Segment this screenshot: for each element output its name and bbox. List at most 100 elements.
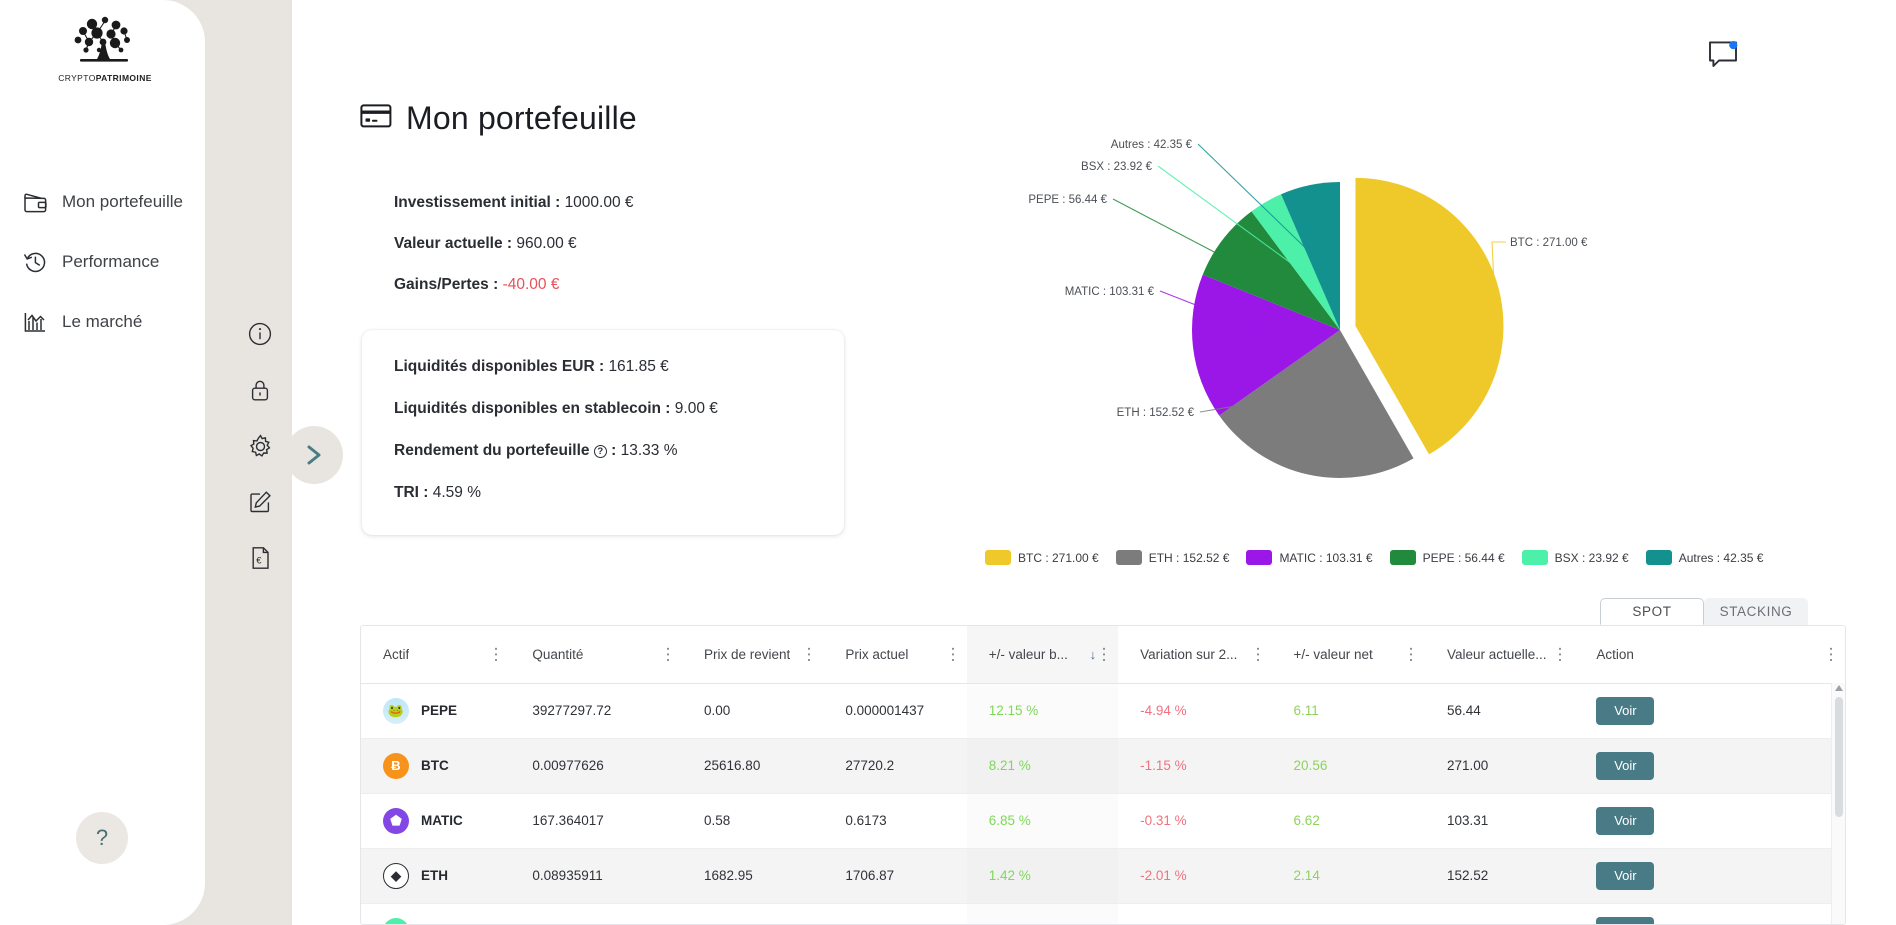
table-row[interactable]: ⬟ MATIC 167.364017 0.58 0.6173 6.85 % -0.31 … [361,793,1845,849]
sidebar-collapse-toggle[interactable] [285,426,343,484]
liquidity-card: Liquidités disponibles EUR : 161.85 € Li… [362,330,844,535]
gear-icon[interactable] [246,432,274,460]
edit-icon[interactable] [246,488,274,516]
column-menu-icon[interactable] [666,645,671,663]
table-row[interactable]: Ƀ BTC 0.00977626 25616.80 27720.2 8.21 % -1.… [361,738,1845,794]
sidebar-item-mon-portefeuille[interactable]: Mon portefeuille [22,180,202,224]
table-header-label: Quantité [532,646,584,662]
column-menu-icon[interactable] [1558,645,1563,663]
table-cell: 0.00977626 [510,738,683,794]
table-cell: 0.58 [682,793,824,849]
portfolio-summary: Investissement initial : 1000.00 € Valeu… [394,194,634,317]
liquidity-label: Liquidités disponibles EUR : [394,358,605,375]
table-header-valeur-b[interactable]: +/- valeur b... ↓ [966,626,1119,684]
legend-label: MATIC : 103.31 € [1279,550,1373,565]
table-header-label: +/- valeur net [1293,646,1373,662]
asset-cell: ● BSX [383,917,510,924]
voir-button[interactable]: Voir [1596,751,1655,780]
chat-bubble-icon[interactable] [1705,36,1743,74]
cell-prix-revient: 25616.80 [704,758,761,773]
tab-stacking[interactable]: STACKING [1704,598,1808,625]
column-menu-icon[interactable] [1102,645,1107,663]
lock-icon[interactable] [246,376,274,404]
pie-label-eth: ETH : 152.52 € [1117,407,1195,419]
coin-logo-btc: Ƀ [383,752,409,779]
scrollbar-thumb[interactable] [1835,697,1843,817]
help-tooltip-icon[interactable]: ? [593,445,607,458]
legend-item-pepe[interactable]: PEPE : 56.44 € [1389,550,1505,565]
legend-swatch [1389,550,1416,565]
help-button[interactable]: ? [76,812,128,864]
table-cell: 152.52 [1424,848,1575,904]
table-view-tabs: SPOT STACKING [1600,598,1808,625]
pie-label-btc: BTC : 271.00 € [1510,237,1588,249]
liquidity-value: 13.33 % [620,442,678,459]
column-menu-icon[interactable] [807,645,812,663]
table-row[interactable]: 🐸 PEPE 39277297.72 0.00 0.000001437 12.15 %… [361,683,1845,739]
table-header-valeur-actuelle[interactable]: Valeur actuelle... [1424,626,1575,684]
table-cell: -2.27 [1271,903,1425,924]
sidebar-item-performance[interactable]: Performance [22,240,202,284]
pie-label-autres: Autres : 42.35 € [1111,139,1193,151]
sidebar-item-le-marche[interactable]: Le marché [22,300,202,344]
cell-quantite: 167.364017 [532,813,604,828]
legend-item-bsx[interactable]: BSX : 23.92 € [1521,550,1629,565]
table-cell: 0.0001241 [823,903,967,924]
table-cell: ⬟ MATIC [361,793,511,849]
table-header-label: Valeur actuelle... [1446,646,1547,662]
voir-button[interactable]: Voir [1596,861,1655,890]
voir-button[interactable]: Voir [1596,696,1655,725]
cell-variation: -2.01 % [1140,868,1187,883]
legend-item-autres[interactable]: Autres : 42.35 € [1645,550,1763,565]
table-header-label: +/- valeur b... [988,646,1068,662]
column-menu-icon[interactable] [1408,645,1413,663]
brand-logo[interactable]: CRYPTOPATRIMOINE [55,14,155,90]
asset-cell: Ƀ BTC [383,752,510,779]
cell-variation: -1.15 % [1140,758,1187,773]
table-header-actif[interactable]: Actif [361,626,511,684]
cell-quantite: 0.00977626 [532,758,604,773]
table-cell: 8.21 % [966,738,1119,794]
table-header-prix-de-revient[interactable]: Prix de revient [682,626,824,684]
legend-item-eth[interactable]: ETH : 152.52 € [1115,550,1229,565]
column-menu-icon[interactable] [494,645,499,663]
table-header-variation-sur-2[interactable]: Variation sur 2... [1118,626,1272,684]
sidebar-item-label: Mon portefeuille [62,192,183,211]
cell-prix-revient: 1682.95 [704,868,753,883]
liquidity-line: Liquidités disponibles en stablecoin : 9… [394,400,844,418]
pie-leader-line [1491,241,1506,289]
document-euro-icon[interactable]: € [246,544,274,572]
table-cell: -0.31 % [1118,793,1272,849]
info-icon[interactable] [246,320,274,348]
column-menu-icon[interactable] [1829,645,1833,663]
cell-prix-actuel: 0.6173 [845,813,887,828]
table-header-quantit[interactable]: Quantité [510,626,683,684]
table-header-prix-actuel[interactable]: Prix actuel [823,626,967,684]
coin-logo-matic: ⬟ [383,807,409,834]
summary-line: Valeur actuelle : 960.00 € [394,235,634,253]
table-row[interactable]: ● BSX 192752.510.000.0001241-8.65 %-4.11… [361,903,1845,924]
voir-button[interactable]: Voir [1596,916,1655,924]
legend-item-btc[interactable]: BTC : 271.00 € [985,550,1099,565]
tab-spot[interactable]: SPOT [1600,598,1704,625]
assets-table: Actif Quantité Prix de revient Prix actuel +… [360,625,1846,925]
asset-name: ETH [421,868,448,883]
summary-value: 960.00 € [516,235,577,252]
legend-item-matic[interactable]: MATIC : 103.31 € [1246,550,1373,565]
pie-label-bsx: BSX : 23.92 € [1081,161,1153,173]
voir-button[interactable]: Voir [1596,806,1655,835]
table-cell: 12.15 % [966,683,1119,739]
pie-label-matic: MATIC : 103.31 € [1065,286,1155,298]
brand-name-bold: PATRIMOINE [95,73,152,83]
table-row[interactable]: ◆ ETH 0.08935911 1682.95 1706.87 1.42 % -2.0… [361,848,1845,904]
column-menu-icon[interactable] [1255,645,1260,663]
table-header-valeur-net[interactable]: +/- valeur net [1271,626,1425,684]
table-header-action[interactable]: Action [1574,626,1845,684]
scroll-up-arrow[interactable] [1835,685,1843,691]
cell-valeur-brute: 12.15 % [988,703,1039,718]
column-menu-icon[interactable] [950,645,955,663]
table-scrollbar[interactable] [1831,683,1845,924]
pie-chart-svg: BTC : 271.00 € ETH : 152.52 € MATIC : 103.… [1028,139,1588,478]
table-header-label: Prix de revient [704,646,791,662]
legend-swatch [1645,550,1672,565]
